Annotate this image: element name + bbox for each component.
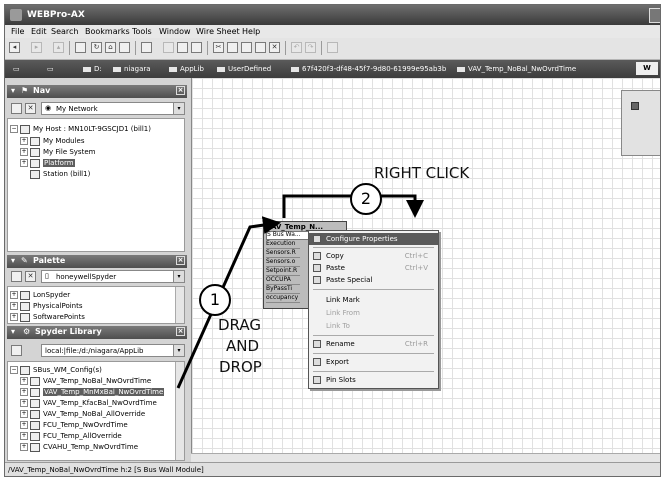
step-2-callout: 2 [350,183,382,215]
drag-label-line3: DROP [219,358,262,376]
right-click-label: RIGHT CLICK [374,164,470,182]
annotation-arrows [176,194,424,389]
step-1-callout: 1 [199,284,231,316]
drag-label-line1: DRAG [218,316,261,334]
drag-label-line2: AND [226,337,260,355]
